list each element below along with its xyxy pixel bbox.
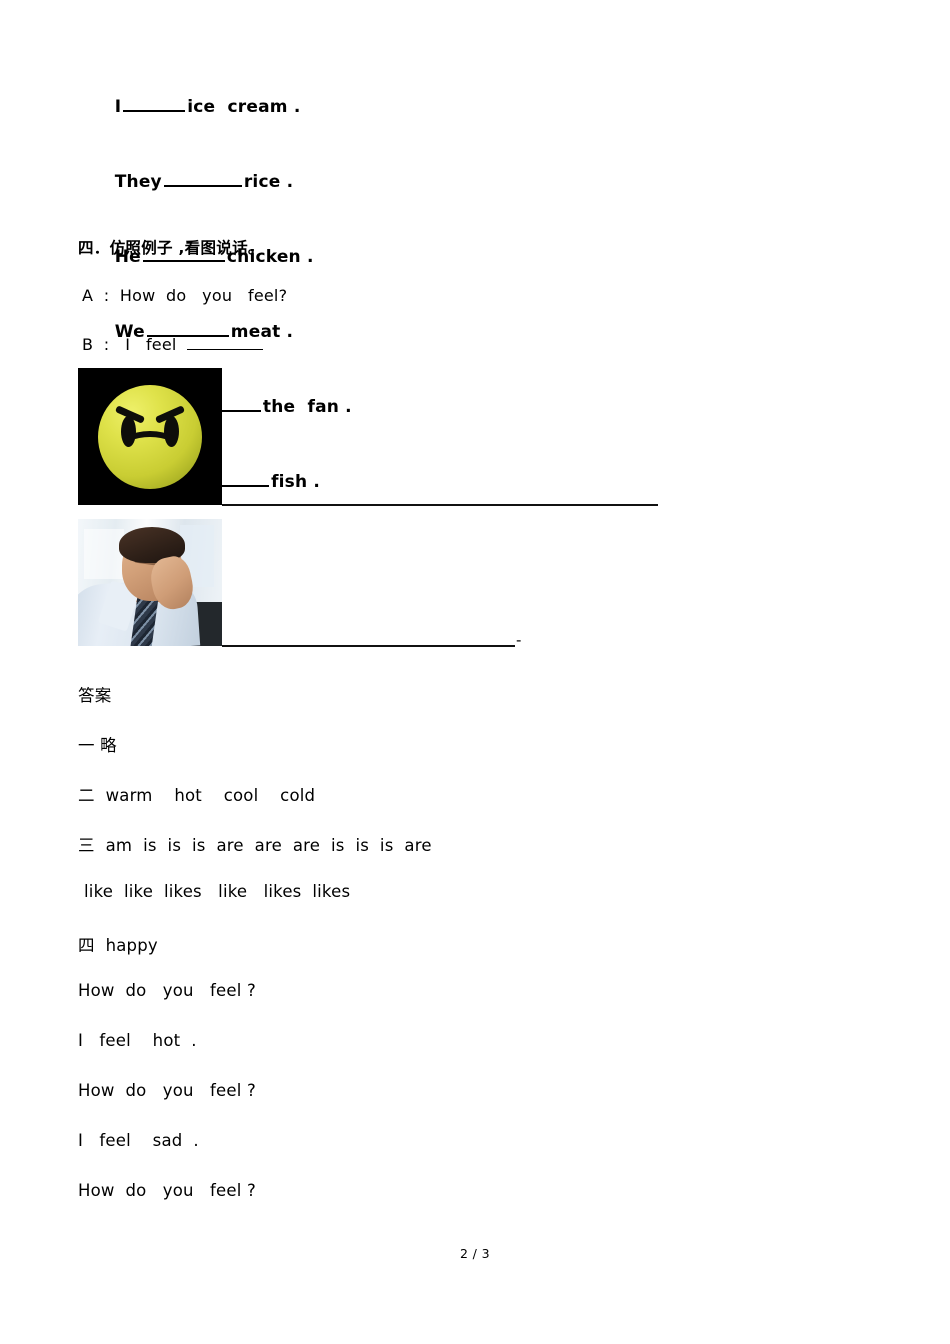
fill-line: Iice cream . (78, 70, 778, 145)
answer-item-three-line-two: like like likes like likes likes (84, 882, 351, 901)
trailing-dash: - (516, 631, 522, 649)
answer-dialogue-line: How do you feel ? (78, 981, 256, 1000)
answer-item-three-line-one: 三 am is is is are are are is is is are (78, 836, 432, 855)
sentence-suffix: rice . (243, 172, 294, 192)
answer-dialogue-line: How do you feel ? (78, 1081, 256, 1100)
sentence-prefix: I (114, 97, 122, 117)
answer-dialogue-line: How do you feel ? (78, 1181, 256, 1200)
exercise-four-heading: 四．仿照例子 ,看图说话。 (78, 239, 264, 257)
answer-dialogue-line: I feel hot . (78, 1031, 197, 1050)
sentence-prefix: They (114, 172, 162, 192)
sentence-suffix: ice cream . (187, 97, 301, 117)
angry-face-icon (98, 384, 202, 489)
sentence-suffix: fish . (271, 472, 321, 492)
answer-item-four: 四 happy (78, 936, 158, 955)
tired-man-image (78, 519, 222, 646)
document-page: Iice cream . They rice . He chicken . We me… (0, 0, 950, 1344)
answer-blank[interactable] (123, 96, 186, 112)
frown-mouth (116, 430, 184, 469)
fill-line: We meat . (78, 295, 778, 370)
dialogue-b-prefix: B : I feel (82, 335, 188, 354)
dialogue-line-b: B : I feel (82, 335, 264, 354)
answer-blank[interactable] (187, 336, 264, 350)
window-pane-left (84, 529, 124, 579)
angry-face-image (78, 368, 222, 505)
answer-item-one: 一 略 (78, 736, 117, 755)
dialogue-line-a: A : How do you feel? (82, 286, 288, 305)
answer-rule-two[interactable] (222, 645, 515, 647)
answers-title: 答案 (78, 686, 112, 705)
answer-blank[interactable] (163, 171, 242, 187)
answer-dialogue-line: I feel sad . (78, 1131, 199, 1150)
answer-item-two: 二 warm hot cool cold (78, 786, 316, 805)
sentence-suffix: the fan . (262, 397, 352, 417)
page-number: 2 / 3 (459, 1246, 491, 1261)
answer-rule-one[interactable] (222, 504, 658, 506)
fill-line: They rice . (78, 145, 778, 220)
